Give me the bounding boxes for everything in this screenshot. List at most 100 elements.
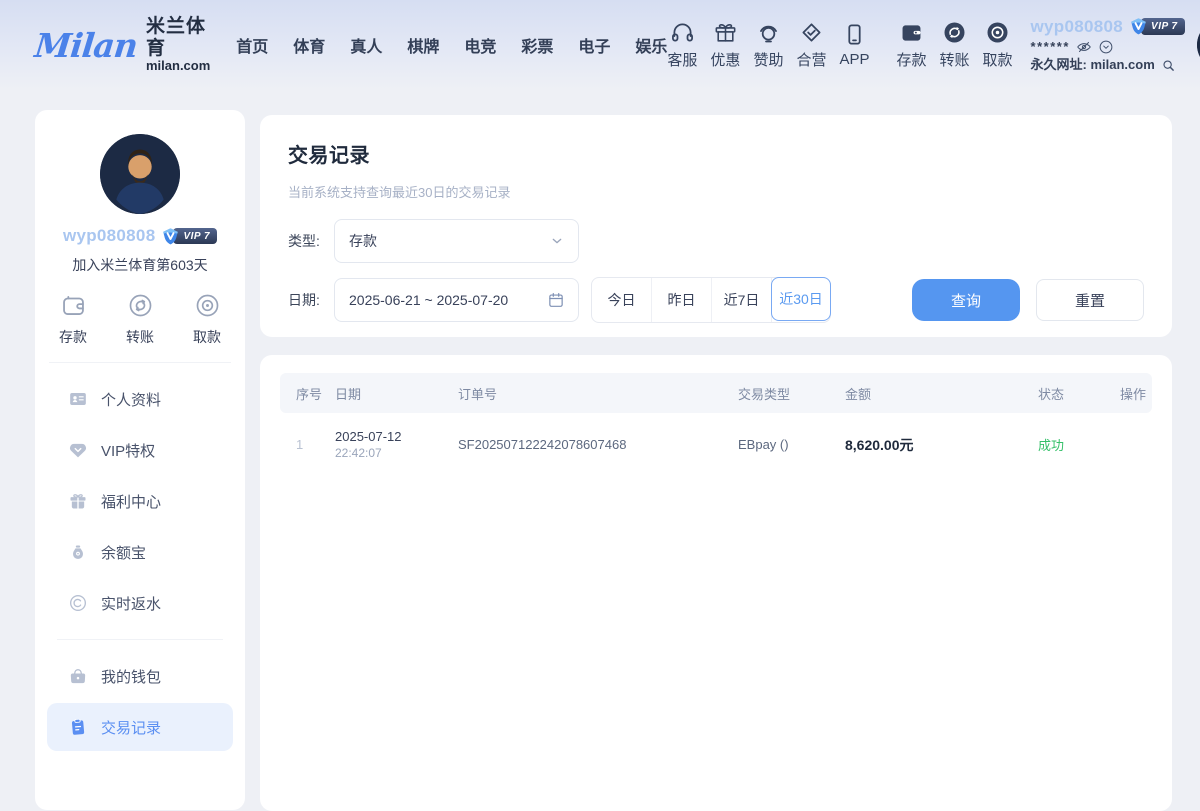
quicklink-coin-filled[interactable]: 取款 xyxy=(983,20,1013,70)
clipboard-icon xyxy=(68,717,88,737)
eye-off-icon[interactable] xyxy=(1076,39,1092,55)
quicklink-label: 取款 xyxy=(983,49,1013,70)
logo-text: 米兰体育 milan.com xyxy=(146,16,210,75)
trophy-icon xyxy=(756,20,781,45)
page-subtitle: 当前系统支持查询最近30日的交易记录 xyxy=(288,182,1144,201)
coin-filled-icon xyxy=(985,20,1010,45)
sidebar-vip-badge: VIP 7 xyxy=(161,227,217,246)
quick-range-group: 今日昨日近7日近30日 xyxy=(591,277,831,323)
page-title: 交易记录 xyxy=(288,139,1144,168)
headset-icon xyxy=(670,20,695,45)
range-button-4[interactable]: 近30日 xyxy=(771,277,831,321)
sidebar-item-label: VIP特权 xyxy=(101,440,155,461)
range-button-2[interactable]: 昨日 xyxy=(652,278,712,322)
date-range-input[interactable]: 2025-06-21 ~ 2025-07-20 xyxy=(334,278,579,322)
user-line-url: 永久网址: milan.com xyxy=(1031,58,1185,73)
quicklink-label: 转账 xyxy=(940,49,970,70)
row-date-time: 22:42:07 xyxy=(335,446,458,460)
user-block: wyp080808 VIP 7 ****** 永久网址: milan.com xyxy=(1031,17,1185,74)
phone-icon xyxy=(842,22,867,47)
vip-shield-icon xyxy=(1129,17,1148,36)
page-layout: wyp080808 VIP 7 加入米兰体育第603天 存款转账取款 个人资料V… xyxy=(0,90,1200,811)
table-header-cell: 操作 xyxy=(1120,384,1152,403)
user-line-balance: ****** xyxy=(1031,39,1185,55)
rebate-icon xyxy=(68,593,88,613)
table-header-cell: 日期 xyxy=(335,384,458,403)
sidebar-menu: 个人资料 VIP特权福利中心余额宝实时返水我的钱包交易记录 xyxy=(35,363,245,760)
quick-action-transfer-outline[interactable]: 转账 xyxy=(126,292,154,347)
user-avatar[interactable] xyxy=(1197,20,1200,70)
chevron-down-icon xyxy=(549,233,565,249)
sidebar-item-purse[interactable]: 我的钱包 xyxy=(47,652,233,700)
quicklink-label: 合营 xyxy=(796,49,826,70)
calendar-icon xyxy=(547,291,565,309)
sidebar-item-rebate[interactable]: 实时返水 xyxy=(47,579,233,627)
joined-days-text: 加入米兰体育第603天 xyxy=(35,255,245,275)
quicklink-transfer-filled[interactable]: 转账 xyxy=(940,20,970,70)
quicklink-handshake[interactable]: 合营 xyxy=(796,20,826,70)
sidebar-username: wyp080808 xyxy=(63,226,156,246)
nav-item-3[interactable]: 真人 xyxy=(350,33,382,57)
site-logo[interactable]: Milan 米兰体育 milan.com xyxy=(35,16,210,75)
nav-item-2[interactable]: 体育 xyxy=(293,33,325,57)
quicklink-phone[interactable]: APP xyxy=(839,22,869,68)
date-range-value: 2025-06-21 ~ 2025-07-20 xyxy=(349,292,508,308)
navbar-quick-links: 客服优惠赞助合营 APP 存款转账取款 xyxy=(667,20,1012,70)
date-label: 日期: xyxy=(288,290,334,310)
main-content: 交易记录 当前系统支持查询最近30日的交易记录 类型: 存款 日期: 2025-… xyxy=(260,115,1172,811)
sidebar-item-label: 福利中心 xyxy=(101,491,161,512)
range-button-1[interactable]: 今日 xyxy=(592,278,652,322)
quicklink-wallet-filled[interactable]: 存款 xyxy=(896,20,926,70)
nav-item-6[interactable]: 彩票 xyxy=(521,33,553,57)
main-nav: 首页 体育 真人 棋牌 电竞 彩票 电子 娱乐 xyxy=(236,33,667,57)
quick-action-label: 存款 xyxy=(59,327,87,347)
sidebar-item-gem[interactable]: VIP特权 xyxy=(47,426,233,474)
wallet-outline-icon xyxy=(60,292,87,319)
table-body: 12025-07-1222:42:07SF2025071222420786074… xyxy=(280,413,1152,474)
quick-action-wallet-outline[interactable]: 存款 xyxy=(59,292,87,347)
sidebar-item-gift-solid[interactable]: 福利中心 xyxy=(47,477,233,525)
magnifier-icon[interactable] xyxy=(1161,58,1176,73)
nav-item-4[interactable]: 棋牌 xyxy=(407,33,439,57)
row-date-day: 2025-07-12 xyxy=(335,429,458,444)
nav-item-5[interactable]: 电竞 xyxy=(464,33,496,57)
coin-outline-icon xyxy=(194,292,221,319)
quick-action-coin-outline[interactable]: 取款 xyxy=(193,292,221,347)
nav-item-7[interactable]: 电子 xyxy=(578,33,610,57)
sidebar-item-money-bag[interactable]: 余额宝 xyxy=(47,528,233,576)
quicklink-label: 存款 xyxy=(896,49,926,70)
quicklink-trophy[interactable]: 赞助 xyxy=(753,20,783,70)
vip-badge: VIP 7 xyxy=(1129,17,1185,36)
range-button-3[interactable]: 近7日 xyxy=(712,278,772,322)
reset-button[interactable]: 重置 xyxy=(1036,279,1144,321)
search-button[interactable]: 查询 xyxy=(912,279,1020,321)
table-header-row: 序号日期订单号交易类型金额状态操作 xyxy=(280,373,1152,413)
type-select[interactable]: 存款 xyxy=(334,219,579,263)
money-bag-icon xyxy=(68,542,88,562)
table-row: 12025-07-1222:42:07SF2025071222420786074… xyxy=(280,413,1152,474)
filter-actions: 查询 重置 xyxy=(912,279,1144,321)
sidebar-item-clipboard[interactable]: 交易记录 xyxy=(47,703,233,751)
navbar: Milan 米兰体育 milan.com 首页 体育 真人 棋牌 电竞 彩票 电子 娱乐 客服… xyxy=(0,0,1200,90)
table-header-cell: 订单号 xyxy=(458,384,738,403)
table-header-cell: 交易类型 xyxy=(738,384,845,403)
sidebar-item-id-card[interactable]: 个人资料 xyxy=(47,375,233,423)
row-index: 1 xyxy=(280,437,335,452)
row-transaction-type: EBpay () xyxy=(738,437,845,452)
permanent-url-text: 永久网址: milan.com xyxy=(1031,58,1155,73)
quicklink-gift[interactable]: 优惠 xyxy=(710,20,740,70)
wallet-filled-icon xyxy=(899,20,924,45)
transfer-filled-icon xyxy=(942,20,967,45)
vip-shield-icon xyxy=(161,227,180,246)
sidebar-item-label: 个人资料 xyxy=(101,389,161,410)
purse-icon xyxy=(68,666,88,686)
quicklink-headset[interactable]: 客服 xyxy=(667,20,697,70)
filter-card: 交易记录 当前系统支持查询最近30日的交易记录 类型: 存款 日期: 2025-… xyxy=(260,115,1172,337)
nav-item-8[interactable]: 娱乐 xyxy=(635,33,667,57)
row-status: 成功 xyxy=(1038,435,1120,454)
quicklink-label: 客服 xyxy=(667,49,697,70)
nav-item-1[interactable]: 首页 xyxy=(236,33,268,57)
sidebar-user-row: wyp080808 VIP 7 xyxy=(35,226,245,246)
circle-chevron-icon[interactable] xyxy=(1098,39,1114,55)
sidebar-item-label: 我的钱包 xyxy=(101,666,161,687)
